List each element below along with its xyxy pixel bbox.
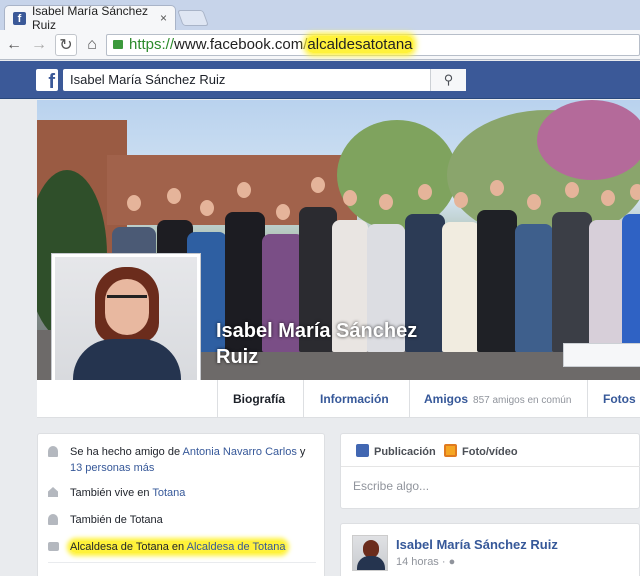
person-head: [276, 204, 290, 220]
reload-icon[interactable]: ↻: [55, 34, 77, 56]
back-arrow-icon[interactable]: ←: [3, 34, 25, 56]
search-input[interactable]: Isabel María Sánchez Ruiz ⚲: [63, 69, 466, 91]
profile-photo-image: [55, 257, 197, 399]
facebook-logo-icon[interactable]: f: [36, 69, 58, 91]
intro-job-row: Alcaldesa de Totana en Alcaldesa de Tota…: [48, 539, 318, 555]
home-icon[interactable]: ⌂: [81, 34, 103, 56]
post-author-link[interactable]: Isabel María Sánchez Ruiz: [396, 537, 558, 552]
intro-job-text: Alcaldesa de Totana en Alcaldesa de Tota…: [48, 539, 318, 555]
tab-divider: [409, 380, 410, 418]
intro-friend-text: Se ha hecho amigo de Antonia Navarro Car…: [48, 444, 318, 476]
intro-friend-row: Se ha hecho amigo de Antonia Navarro Car…: [48, 444, 318, 476]
post-timestamp[interactable]: 14 horas · ●: [396, 556, 455, 568]
url-host: www.facebook.com/: [174, 36, 308, 53]
group-person: [515, 224, 553, 352]
friend-and: y: [296, 446, 306, 458]
tab-divider: [303, 380, 304, 418]
browser-toolbar: ← → ↻ ⌂ https://www.facebook.com/alcalde…: [0, 30, 640, 60]
person-head: [565, 182, 579, 198]
lives-prefix: También vive en: [70, 487, 153, 499]
briefcase-icon: [48, 542, 59, 551]
friends-in-common: 857 amigos en común: [473, 395, 572, 406]
search-icon[interactable]: ⚲: [430, 69, 466, 91]
facebook-top-bar: f Isabel María Sánchez Ruiz ⚲: [0, 61, 640, 99]
group-person: [552, 212, 592, 352]
composer-tab-post-label: Publicación: [374, 446, 436, 458]
url-path: alcaldesatotana: [307, 36, 413, 53]
profile-name-line2: Ruiz: [216, 346, 259, 368]
intro-lives-row: También vive en Totana: [48, 485, 318, 501]
job-en: en: [168, 541, 187, 553]
friend-more-link[interactable]: 13 personas más: [70, 462, 154, 474]
new-tab-button[interactable]: [177, 10, 209, 26]
tab-divider: [217, 380, 218, 418]
composer-tab-photo[interactable]: Foto/vídeo: [444, 444, 518, 458]
composer-tab-photo-label: Foto/vídeo: [462, 446, 518, 458]
group-person: [622, 214, 640, 352]
cover-action-button[interactable]: [563, 343, 640, 367]
person-head: [200, 200, 214, 216]
person-head: [237, 182, 251, 198]
browser-tabstrip: f Isabel María Sánchez Ruiz ×: [0, 0, 640, 32]
intro-card: Se ha hecho amigo de Antonia Navarro Car…: [37, 433, 325, 576]
person-head: [379, 194, 393, 210]
address-bar[interactable]: https://www.facebook.com/alcaldesatotana: [106, 34, 640, 56]
globe-icon: ●: [448, 556, 456, 568]
job-title: Alcaldesa de Totana: [70, 541, 169, 553]
lives-place-link[interactable]: Totana: [152, 487, 185, 499]
tab-amigos-label: Amigos: [424, 392, 469, 406]
person-head: [311, 177, 325, 193]
friend-name-link[interactable]: Antonia Navarro Carlos: [183, 446, 297, 458]
people-icon: [48, 514, 58, 525]
forward-arrow-icon[interactable]: →: [28, 34, 50, 56]
friend-prefix: Se ha hecho amigo de: [70, 446, 183, 458]
person-head: [127, 195, 141, 211]
photo-face-shape: [105, 279, 149, 335]
person-head: [454, 192, 468, 208]
person-head: [418, 184, 432, 200]
post-time-text: 14 horas ·: [396, 556, 449, 568]
person-head: [527, 194, 541, 210]
tab-close-icon[interactable]: ×: [160, 11, 167, 25]
browser-tab[interactable]: f Isabel María Sánchez Ruiz ×: [4, 4, 176, 32]
lock-icon: [113, 40, 123, 49]
tab-divider: [587, 380, 588, 418]
profile-name-line1: Isabel María Sánchez: [216, 320, 418, 342]
intro-divider: [48, 562, 316, 563]
intro-lives-text: También vive en Totana: [48, 485, 318, 501]
search-value: Isabel María Sánchez Ruiz: [70, 72, 226, 87]
tab-fotos[interactable]: Fotos: [603, 392, 636, 406]
avatar[interactable]: [352, 535, 388, 571]
tab-amigos[interactable]: Amigos 857 amigos en común: [424, 392, 571, 406]
composer-tabs: Publicación Foto/vídeo: [341, 434, 640, 467]
person-head: [343, 190, 357, 206]
facebook-favicon-icon: f: [13, 11, 26, 25]
tab-title: Isabel María Sánchez Ruiz: [31, 4, 149, 32]
tree-shape: [537, 100, 640, 180]
friends-icon: [48, 446, 58, 457]
post-composer: Publicación Foto/vídeo Escribe algo...: [340, 433, 640, 509]
job-org-link[interactable]: Alcaldesa de Totana: [187, 541, 286, 553]
post-card: Isabel María Sánchez Ruiz 14 horas · ●: [340, 523, 640, 576]
job-highlight: Alcaldesa de Totana en Alcaldesa de Tota…: [70, 541, 286, 553]
profile-name[interactable]: Isabel María Sánchez Ruiz: [216, 318, 456, 370]
person-head: [601, 190, 615, 206]
url-protocol: https://: [129, 36, 175, 53]
person-head: [630, 184, 640, 200]
pencil-icon: [356, 444, 369, 457]
intro-from-text: También de Totana: [70, 514, 163, 526]
camera-icon: [444, 444, 457, 457]
profile-nav: Biografía Información Amigos 857 amigos e…: [37, 380, 640, 418]
intro-from-row: También de Totana: [48, 512, 318, 528]
group-person: [477, 210, 517, 352]
avatar-body-shape: [357, 556, 385, 570]
photo-glasses-shape: [107, 295, 147, 305]
person-head: [167, 188, 181, 204]
person-head: [490, 180, 504, 196]
tab-informacion[interactable]: Información: [320, 392, 389, 406]
composer-input[interactable]: Escribe algo...: [353, 479, 429, 493]
composer-tab-post[interactable]: Publicación: [356, 444, 436, 458]
tab-biografia[interactable]: Biografía: [233, 392, 285, 406]
